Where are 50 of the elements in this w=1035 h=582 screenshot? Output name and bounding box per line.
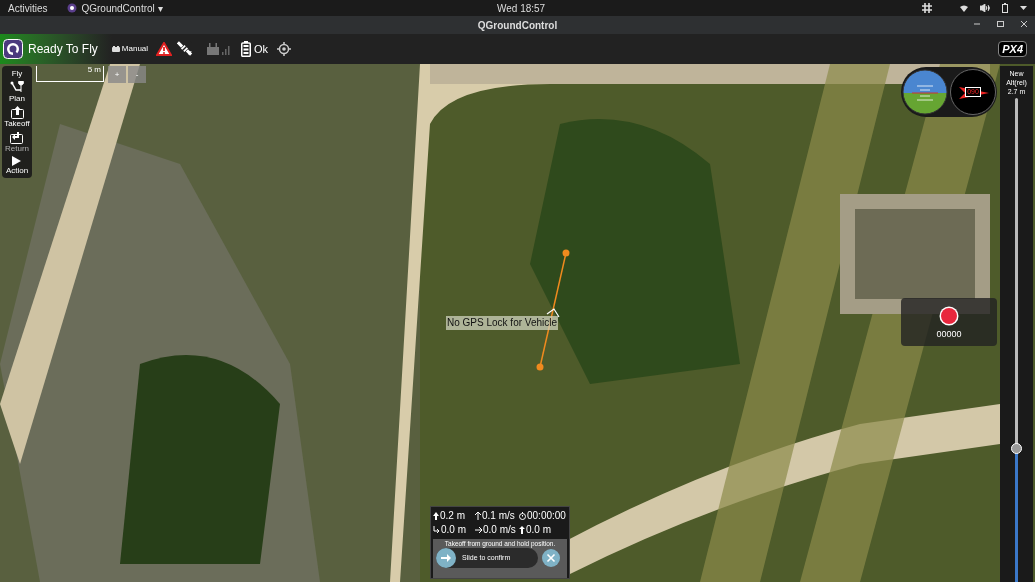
minimize-icon[interactable]: [974, 21, 980, 27]
attitude-indicator-icon: [902, 69, 948, 115]
battery-status[interactable]: Ok: [254, 40, 269, 58]
flight-mode-menu[interactable]: Manual: [121, 43, 149, 55]
telemetry-value: 0.0 m/s: [483, 523, 516, 537]
speaker-icon[interactable]: [980, 4, 990, 12]
plan-icon: [10, 81, 24, 94]
app-menu[interactable]: QGroundControl ▾: [81, 0, 163, 16]
wifi-icon[interactable]: [960, 4, 968, 12]
app-logo-icon[interactable]: [3, 39, 23, 59]
zoom-out-button[interactable]: -: [128, 66, 146, 83]
tool-button[interactable]: Action: [5, 155, 29, 176]
action-icon: [12, 156, 22, 166]
climb-icon: [475, 512, 481, 520]
target-icon[interactable]: [277, 42, 292, 56]
altitude-icon: [433, 512, 439, 520]
window-title: QGroundControl: [477, 18, 558, 33]
close-icon[interactable]: [1021, 21, 1027, 27]
altitude-slider-thumb[interactable]: [1011, 443, 1022, 455]
time-icon: [519, 512, 526, 520]
brand-logo: PX4: [998, 41, 1027, 57]
takeoff-icon: [10, 106, 24, 119]
app-icon: [67, 3, 78, 13]
caret-icon[interactable]: [1020, 6, 1027, 10]
telemetry-value: 00:00:00: [527, 509, 566, 523]
clock[interactable]: Wed 18:57: [497, 1, 546, 16]
grid-icon[interactable]: [922, 3, 932, 13]
map-message: No GPS Lock for Vehicle: [446, 316, 559, 330]
vehicle-marker-icon: [546, 308, 560, 318]
telemetry-value: 0.0 m: [526, 523, 551, 537]
tool-button[interactable]: Fly: [11, 68, 23, 79]
satellite-icon[interactable]: [177, 41, 194, 57]
maximize-icon[interactable]: [997, 21, 1004, 27]
telemetry-value: 0.2 m: [440, 509, 465, 523]
map-scale: 5 m: [36, 66, 104, 82]
return-icon: [10, 131, 24, 144]
tool-button[interactable]: Takeoff: [4, 105, 30, 129]
battery-icon[interactable]: [1002, 3, 1008, 13]
telemetry-value: 0.0 m: [441, 523, 466, 537]
tool-button[interactable]: Plan: [9, 80, 25, 104]
distance-icon: [433, 526, 440, 534]
remote-signal-icon[interactable]: [207, 43, 232, 55]
record-button-icon[interactable]: [939, 305, 959, 326]
activities-button[interactable]: Activities: [8, 0, 48, 16]
slider-thumb-icon[interactable]: [436, 548, 456, 568]
telemetry-value: 0.1 m/s: [482, 509, 515, 523]
cancel-icon[interactable]: [542, 549, 560, 567]
video-counter: 00000: [936, 328, 962, 339]
speed-icon: [475, 526, 482, 534]
warning-icon[interactable]: [156, 42, 173, 56]
